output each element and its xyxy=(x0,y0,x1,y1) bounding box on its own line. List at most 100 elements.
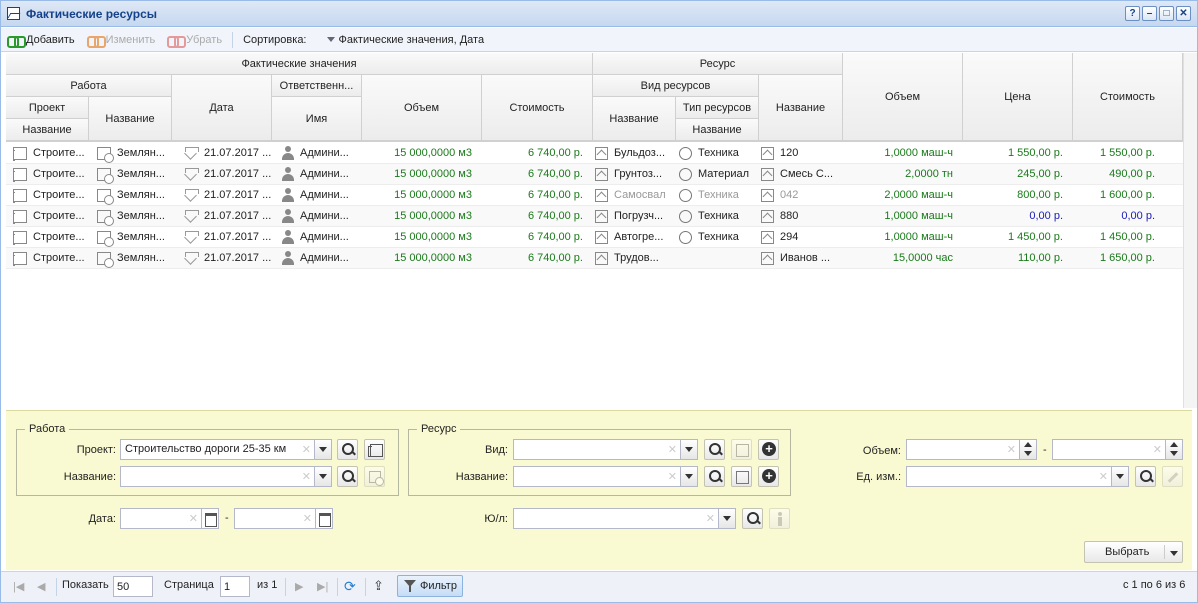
work-search-button[interactable] xyxy=(337,466,358,487)
cell-resource-name: Смесь С... xyxy=(780,168,834,180)
unit-edit-button[interactable] xyxy=(1162,466,1183,487)
project-icon xyxy=(13,167,27,182)
work-icon xyxy=(97,167,114,184)
clear-icon[interactable]: ✕ xyxy=(668,470,677,483)
spinner-icon[interactable] xyxy=(1165,440,1182,459)
clear-icon[interactable]: ✕ xyxy=(189,512,198,525)
header-work-name[interactable]: Название xyxy=(89,97,172,141)
remove-button[interactable]: Убрать xyxy=(161,28,228,52)
cell-responsible: Админи... xyxy=(300,168,349,180)
refresh-icon[interactable]: ⟳ xyxy=(344,578,356,594)
table-row[interactable]: Строите... Землян... 21.07.2017 ... Адми… xyxy=(6,143,1183,164)
clear-icon[interactable]: ✕ xyxy=(668,443,677,456)
add-button[interactable]: Добавить xyxy=(1,28,81,52)
table-row[interactable]: Строите... Землян... 21.07.2017 ... Адми… xyxy=(6,248,1183,269)
sort-menu[interactable]: Фактические значения, Дата xyxy=(313,28,491,52)
dropdown-trigger[interactable] xyxy=(1111,467,1128,486)
table-row[interactable]: Строите... Землян... 21.07.2017 ... Адми… xyxy=(6,185,1183,206)
last-page-icon[interactable]: ▶| xyxy=(317,580,329,593)
header-cost[interactable]: Стоимость xyxy=(482,75,593,141)
kind-search-button[interactable] xyxy=(704,439,725,460)
close-button[interactable]: ✕ xyxy=(1176,6,1191,21)
title-bar: Фактические ресурсы ? – □ ✕ xyxy=(1,1,1197,27)
kind-combo[interactable]: ✕ xyxy=(513,439,698,460)
unit-combo[interactable]: ✕ xyxy=(906,466,1129,487)
cell-type: Техника xyxy=(698,231,739,243)
cell-resource-name: 042 xyxy=(780,189,799,201)
kind-picture-button[interactable] xyxy=(731,439,752,460)
header-price[interactable]: Цена xyxy=(963,53,1073,141)
first-page-icon[interactable]: |◀ xyxy=(13,580,25,593)
clear-icon[interactable]: ✕ xyxy=(303,512,312,525)
user-icon xyxy=(282,167,294,182)
header-kind-name[interactable]: Название xyxy=(593,97,676,141)
resource-name-combo[interactable]: ✕ xyxy=(513,466,698,487)
resource-search-button[interactable] xyxy=(704,466,725,487)
clear-icon[interactable]: ✕ xyxy=(302,470,311,483)
cell-date: 21.07.2017 ... xyxy=(204,189,272,201)
header-responsible-name[interactable]: Имя xyxy=(272,97,362,141)
prev-page-icon[interactable]: ◀ xyxy=(37,580,49,593)
table-row[interactable]: Строите... Землян... 21.07.2017 ... Адми… xyxy=(6,164,1183,185)
spinner-icon[interactable] xyxy=(1019,440,1036,459)
filter-toggle-button[interactable]: Фильтр xyxy=(397,575,463,597)
kind-add-button[interactable] xyxy=(758,439,779,460)
header-date[interactable]: Дата xyxy=(172,75,272,141)
select-button[interactable]: Выбрать xyxy=(1084,541,1183,563)
project-search-button[interactable] xyxy=(337,439,358,460)
page-input[interactable]: 1 xyxy=(220,576,250,597)
unit-search-button[interactable] xyxy=(1135,466,1156,487)
work-name-combo[interactable]: ✕ xyxy=(120,466,332,487)
page-size-input[interactable]: 50 xyxy=(113,576,153,597)
date-from-field[interactable]: ✕ xyxy=(120,508,219,529)
clear-icon[interactable]: ✕ xyxy=(1007,443,1016,456)
legal-combo[interactable]: ✕ xyxy=(513,508,736,529)
table-row[interactable]: Строите... Землян... 21.07.2017 ... Адми… xyxy=(6,206,1183,227)
clear-icon[interactable]: ✕ xyxy=(706,512,715,525)
cell-work: Землян... xyxy=(117,210,165,222)
calendar-icon[interactable] xyxy=(315,509,332,528)
resource-picture-button[interactable] xyxy=(731,466,752,487)
grid-scrollbar[interactable] xyxy=(1183,53,1197,408)
header-resource-volume[interactable]: Объем xyxy=(843,53,963,141)
header-volume[interactable]: Объем xyxy=(362,75,482,141)
resource-add-button[interactable] xyxy=(758,466,779,487)
cell-resource-cost: 490,00 р. xyxy=(1109,168,1155,180)
help-button[interactable]: ? xyxy=(1125,6,1140,21)
table-row[interactable]: Строите... Землян... 21.07.2017 ... Адми… xyxy=(6,227,1183,248)
chevron-down-icon[interactable] xyxy=(1170,551,1178,556)
project-open-button[interactable] xyxy=(364,439,385,460)
cell-kind: Бульдоз... xyxy=(614,147,666,159)
cell-price: 800,00 р. xyxy=(1017,189,1063,201)
volume-from-field[interactable]: ✕ xyxy=(906,439,1037,460)
header-project-name[interactable]: Название xyxy=(6,119,89,141)
clear-icon[interactable]: ✕ xyxy=(302,443,311,456)
clear-icon[interactable]: ✕ xyxy=(1099,470,1108,483)
cell-date: 21.07.2017 ... xyxy=(204,210,272,222)
legal-person-button[interactable] xyxy=(769,508,790,529)
dropdown-trigger[interactable] xyxy=(718,509,735,528)
cell-resource-name: 294 xyxy=(780,231,799,243)
date-to-field[interactable]: ✕ xyxy=(234,508,333,529)
legal-label: Ю/л: xyxy=(484,513,508,525)
legal-search-button[interactable] xyxy=(742,508,763,529)
header-project[interactable]: Проект xyxy=(6,97,89,119)
export-icon[interactable]: ⇪ xyxy=(373,578,385,593)
clear-icon[interactable]: ✕ xyxy=(1153,443,1162,456)
header-resource-name[interactable]: Название xyxy=(759,75,843,141)
minimize-button[interactable]: – xyxy=(1142,6,1157,21)
calendar-icon[interactable] xyxy=(201,509,218,528)
dropdown-trigger[interactable] xyxy=(314,440,331,459)
work-open-button[interactable] xyxy=(364,466,385,487)
next-page-icon[interactable]: ▶ xyxy=(295,580,307,593)
project-combo[interactable]: Строительство дороги 25-35 км ✕ xyxy=(120,439,332,460)
header-resource-cost[interactable]: Стоимость xyxy=(1073,53,1183,141)
dropdown-trigger[interactable] xyxy=(680,467,697,486)
dropdown-trigger[interactable] xyxy=(314,467,331,486)
dropdown-trigger[interactable] xyxy=(680,440,697,459)
volume-to-field[interactable]: ✕ xyxy=(1052,439,1183,460)
header-type-name[interactable]: Название xyxy=(676,119,759,141)
maximize-button[interactable]: □ xyxy=(1159,6,1174,21)
edit-button[interactable]: Изменить xyxy=(81,28,162,52)
cell-resource-name: 880 xyxy=(780,210,799,222)
